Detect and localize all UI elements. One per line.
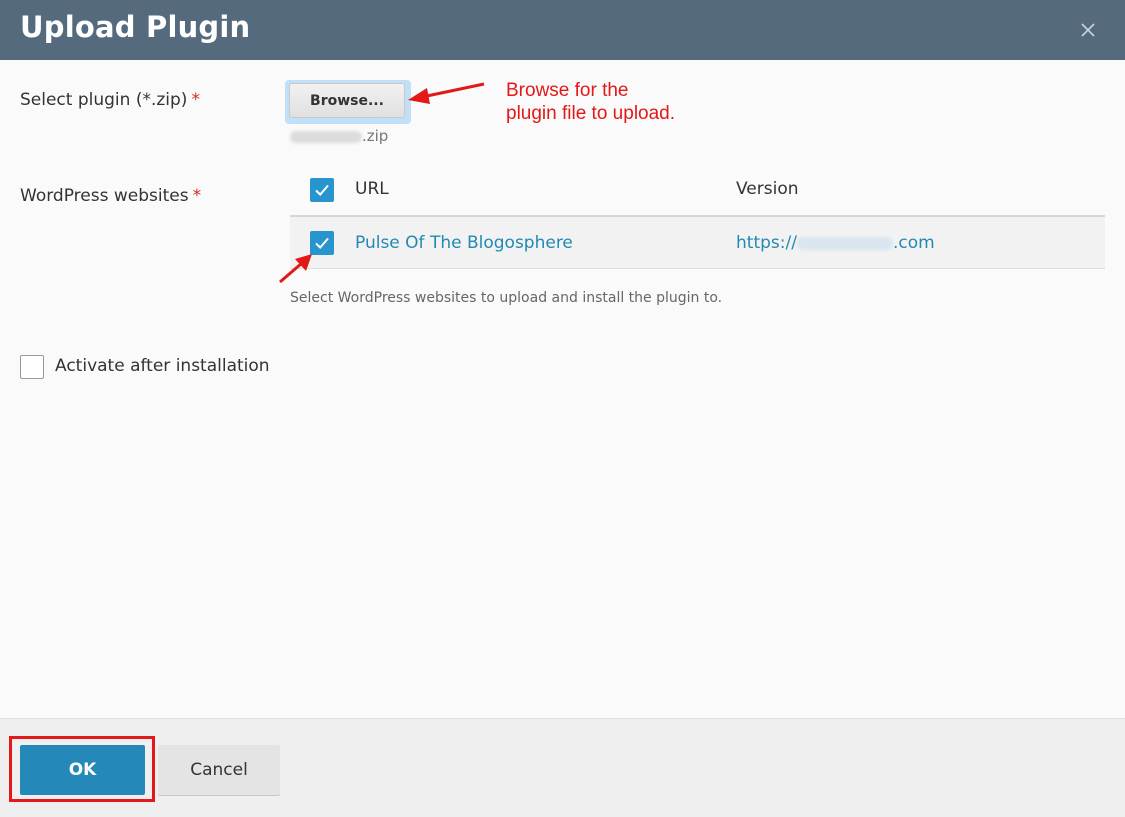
table-header: URL Version	[290, 164, 1105, 217]
required-mark: *	[192, 186, 202, 206]
ok-button[interactable]: OK	[20, 745, 145, 795]
selected-file-name: .zip	[290, 127, 388, 145]
column-url[interactable]: URL	[355, 179, 389, 199]
websites-hint: Select WordPress websites to upload and …	[290, 290, 723, 306]
cancel-button[interactable]: Cancel	[158, 745, 280, 795]
activate-label[interactable]: Activate after installation	[55, 356, 270, 376]
browse-button[interactable]: Browse...	[289, 83, 405, 118]
close-icon[interactable]	[1077, 19, 1099, 41]
blurred-domain	[796, 236, 893, 250]
row-checkbox[interactable]	[310, 231, 334, 255]
column-version[interactable]: Version	[736, 179, 799, 199]
required-mark: *	[191, 90, 200, 110]
browse-focus-ring: Browse...	[285, 80, 411, 124]
activate-checkbox[interactable]	[20, 355, 44, 379]
dialog-header: Upload Plugin	[0, 0, 1125, 60]
website-url-link[interactable]: https://.com	[736, 233, 935, 253]
select-plugin-label: Select plugin (*.zip) *	[20, 90, 200, 110]
dialog-title: Upload Plugin	[20, 10, 251, 44]
arrow-to-browse-icon	[408, 82, 485, 104]
select-all-checkbox[interactable]	[310, 178, 334, 202]
website-name-link[interactable]: Pulse Of The Blogosphere	[355, 233, 573, 253]
wordpress-websites-label: WordPress websites *	[20, 186, 202, 206]
annotation-text: Browse for the plugin file to upload.	[506, 80, 676, 124]
websites-table: URL Version Pulse Of The Blogosphere htt…	[290, 164, 1105, 269]
table-row: Pulse Of The Blogosphere https://.com	[290, 217, 1105, 269]
blurred-filename	[290, 130, 362, 143]
